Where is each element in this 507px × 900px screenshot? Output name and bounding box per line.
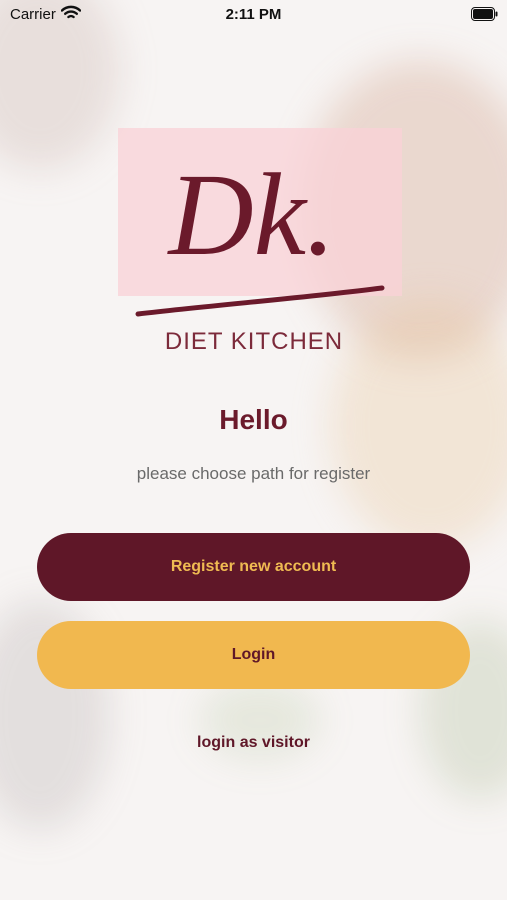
- register-button[interactable]: Register new account: [37, 533, 470, 601]
- status-bar: Carrier 2:11 PM: [0, 0, 507, 30]
- login-button[interactable]: Login: [37, 621, 470, 689]
- logo-mark-text: Dk.: [166, 149, 335, 280]
- page-subtitle: please choose path for register: [136, 464, 371, 483]
- logo-mark: Dk.: [135, 149, 385, 317]
- page-title: Hello: [219, 404, 288, 435]
- status-time: 2:11 PM: [225, 6, 282, 23]
- brand-logo: Dk. DIET KITCHEN: [104, 122, 404, 362]
- battery-icon: [471, 7, 498, 21]
- visitor-login-link[interactable]: login as visitor: [0, 734, 507, 752]
- logo-subtitle: DIET KITCHEN: [164, 328, 344, 355]
